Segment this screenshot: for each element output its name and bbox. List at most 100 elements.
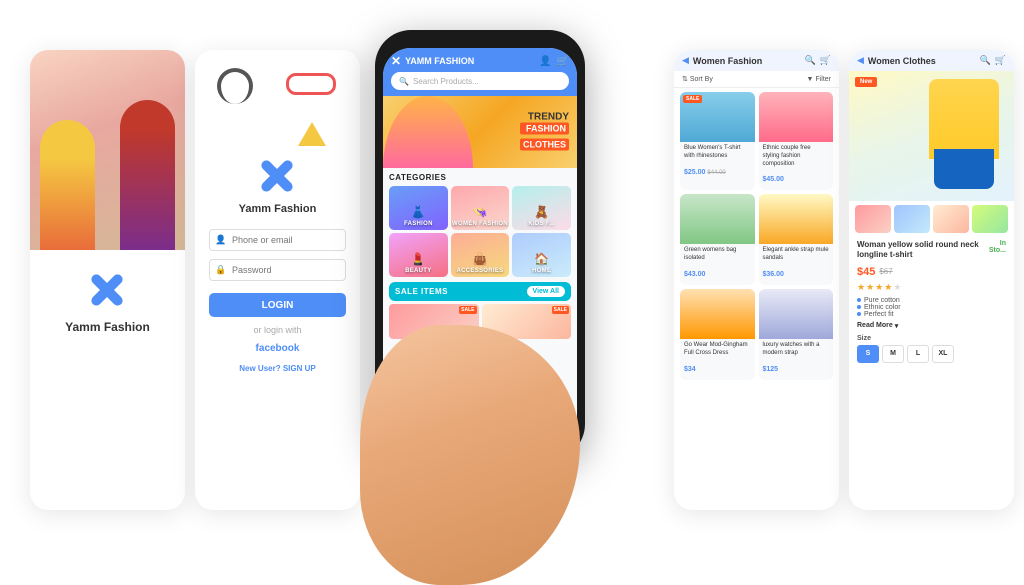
cart-header-icon[interactable]: 🛒 <box>820 55 831 66</box>
sunglasses-icon <box>286 73 336 95</box>
search-input-display[interactable]: 🔍 Search Products... <box>391 72 569 90</box>
category-accessories[interactable]: 👜 ACCESSORIES <box>451 233 510 277</box>
login-app-name: Yamm Fashion <box>239 203 317 215</box>
back-icon[interactable]: ◀ <box>682 55 689 66</box>
login-accessories <box>209 68 346 148</box>
thumb-4[interactable] <box>972 205 1008 233</box>
thumbnail-row <box>849 201 1014 237</box>
categories-section: CATEGORIES 👗 Fashion 👒 WOMEN FASHION <box>383 168 577 282</box>
product-img-2 <box>759 92 834 142</box>
sale-item-2[interactable]: SALE <box>482 304 572 339</box>
category-women-fashion[interactable]: 👒 WOMEN FASHION <box>451 186 510 230</box>
categories-grid: 👗 Fashion 👒 WOMEN FASHION 🧸 KIDS F... <box>389 186 571 277</box>
header-icons-group: 👤 🛒 <box>539 56 569 67</box>
splash-panel: Yamm Fashion <box>30 50 185 510</box>
feature-2: Ethnic color <box>857 304 1006 311</box>
thumb-3[interactable] <box>933 205 969 233</box>
size-m-button[interactable]: M <box>882 345 904 363</box>
category-fashion[interactable]: 👗 Fashion <box>389 186 448 230</box>
banner-text: TRENDY FASHION CLOTHES <box>520 112 569 153</box>
phone-screen: ✕ YAMM FASHION 👤 🛒 🔍 Search Products... <box>383 48 577 462</box>
feature-dot-1 <box>857 298 861 302</box>
password-field-wrap[interactable]: 🔒 <box>209 259 346 281</box>
product-info-1: Blue Women's T-shirt with rhinestones $2… <box>680 142 755 179</box>
filter-icon: ▼ <box>807 76 814 83</box>
product-price-6: $125 <box>763 366 779 373</box>
phone-email-input[interactable] <box>209 229 346 251</box>
category-beauty[interactable]: 💄 BEAUTY <box>389 233 448 277</box>
size-l-button[interactable]: L <box>907 345 929 363</box>
beauty-cat-label: BEAUTY <box>405 268 431 274</box>
signup-link[interactable]: SIGN UP <box>283 364 316 373</box>
size-xl-button[interactable]: XL <box>932 345 954 363</box>
size-label: Size <box>857 335 1006 342</box>
product-info-6: luxury watches with a modern strap $125 <box>759 339 834 376</box>
size-row: S M L XL <box>857 345 1006 363</box>
banner-clothes: CLOTHES <box>520 139 569 151</box>
fashion-cat-icon: 👗 <box>411 205 426 219</box>
app-logo-group: ✕ YAMM FASHION <box>391 54 474 68</box>
product-price-5: $34 <box>684 366 696 373</box>
product-img-4 <box>759 194 834 244</box>
kids-cat-icon: 🧸 <box>534 205 549 219</box>
women-fashion-header: ◀ Women Fashion 🔍 🛒 <box>674 50 839 71</box>
header-x-icon: ✕ <box>391 54 401 68</box>
clothes-old-price: $67 <box>879 267 892 276</box>
product-price-2: $45.00 <box>763 176 784 183</box>
size-s-button[interactable]: S <box>857 345 879 363</box>
phone-email-field-wrap[interactable]: 👤 <box>209 229 346 251</box>
login-logo-icon <box>255 154 299 198</box>
sort-button[interactable]: ⇅ Sort By <box>682 75 713 83</box>
view-all-button[interactable]: View All <box>527 286 565 297</box>
clothes-search-icon[interactable]: 🔍 <box>980 55 991 66</box>
sale-item-1[interactable]: SALE <box>389 304 479 339</box>
category-home[interactable]: 🏠 HOME <box>512 233 571 277</box>
product-card-4[interactable]: Elegant ankle strap mule sandals $36.00 <box>759 194 834 285</box>
features-list: Pure cotton Ethnic color Perfect fit <box>849 295 1014 320</box>
password-input[interactable] <box>209 259 346 281</box>
thumb-2[interactable] <box>894 205 930 233</box>
product-info-3: Green womens bag isolated $43.00 <box>680 244 755 281</box>
jeans-shape <box>934 149 994 189</box>
filter-button[interactable]: ▼ Filter <box>807 76 832 83</box>
facebook-login-link[interactable]: facebook <box>256 343 300 354</box>
products-grid: SALE Blue Women's T-shirt with rhineston… <box>674 88 839 384</box>
read-more-button[interactable]: Read More ▾ <box>849 320 1014 332</box>
search-bar[interactable]: 🔍 Search Products... <box>383 72 577 96</box>
sale-section-header: SALE ITEMS View All <box>389 282 571 301</box>
sale-items-list: SALE SALE <box>383 301 577 342</box>
product-img-5 <box>680 289 755 339</box>
feature-dot-3 <box>857 312 861 316</box>
search-icon: 🔍 <box>399 77 409 86</box>
clothes-product-name: Woman yellow solid round neck longline t… <box>857 240 988 261</box>
product-card-1[interactable]: SALE Blue Women's T-shirt with rhineston… <box>680 92 755 190</box>
category-kids[interactable]: 🧸 KIDS F... <box>512 186 571 230</box>
app-header: ✕ YAMM FASHION 👤 🛒 <box>383 48 577 72</box>
product-card-5[interactable]: Go Wear Mod-Gingham Full Cross Dress $34 <box>680 289 755 380</box>
person-icon: 👤 <box>215 235 226 246</box>
clothes-description: Woman yellow solid round neck longline t… <box>849 237 1014 264</box>
clothes-back-icon[interactable]: ◀ <box>857 55 864 66</box>
thumb-1[interactable] <box>855 205 891 233</box>
product-info-5: Go Wear Mod-Gingham Full Cross Dress $34 <box>680 339 755 376</box>
phone-mockup: ✕ YAMM FASHION 👤 🛒 🔍 Search Products... <box>360 10 600 565</box>
feature-text-1: Pure cotton <box>864 297 900 304</box>
clothes-main-image: New <box>849 71 1014 201</box>
product-card-2[interactable]: Ethnic couple free styling fashion compo… <box>759 92 834 190</box>
clothes-cart-icon[interactable]: 🛒 <box>995 55 1006 66</box>
product-card-3[interactable]: Green womens bag isolated $43.00 <box>680 194 755 285</box>
product-price-3: $43.00 <box>684 271 705 278</box>
product-card-6[interactable]: luxury watches with a modern strap $125 <box>759 289 834 380</box>
main-scene: Yamm Fashion Yamm Fashion 👤 🔒 LOGIN or l… <box>0 0 1024 576</box>
cart-icon[interactable]: 🛒 <box>557 56 569 67</box>
login-panel: Yamm Fashion 👤 🔒 LOGIN or login with fac… <box>195 50 360 510</box>
women-fashion-header-icons: 🔍 🛒 <box>805 55 831 66</box>
profile-icon[interactable]: 👤 <box>539 56 551 67</box>
women-clothes-header: ◀ Women Clothes 🔍 🛒 <box>849 50 1014 71</box>
login-logo-area: Yamm Fashion <box>239 154 317 215</box>
categories-title: CATEGORIES <box>389 173 571 182</box>
product-name-3: Green womens bag isolated <box>684 247 751 263</box>
product-name-2: Ethnic couple free styling fashion compo… <box>763 145 830 168</box>
search-header-icon[interactable]: 🔍 <box>805 55 816 66</box>
login-button[interactable]: LOGIN <box>209 293 346 317</box>
